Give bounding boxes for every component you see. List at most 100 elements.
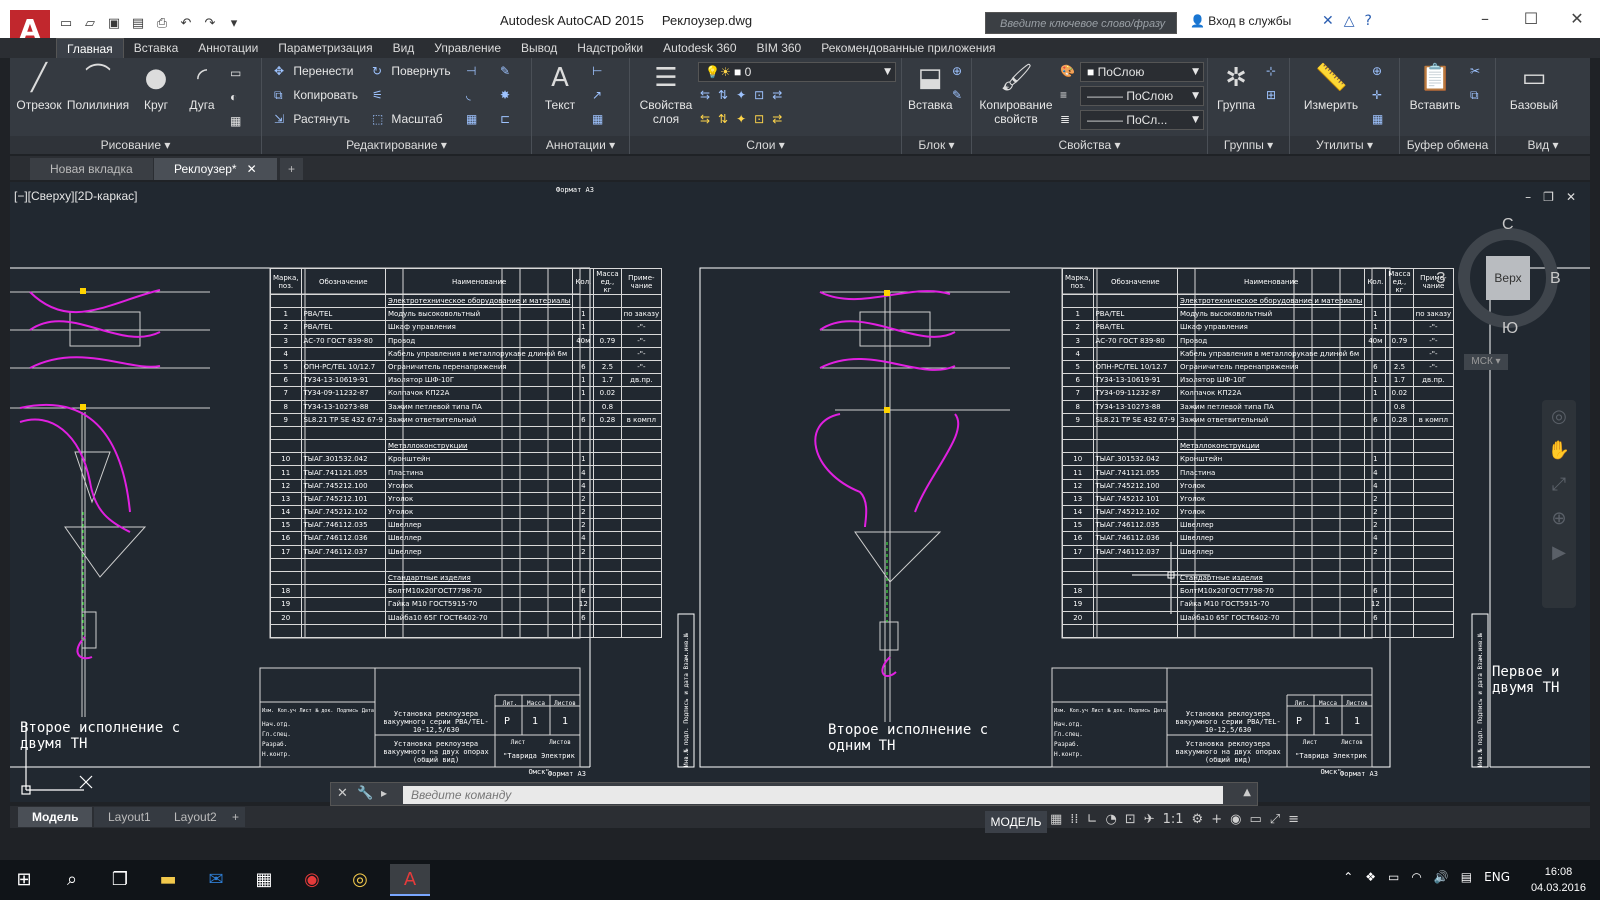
- dimension-icon[interactable]: ⊢: [592, 64, 608, 78]
- redo-icon[interactable]: ↷: [200, 14, 220, 34]
- ucs-menu[interactable]: МСК ▾: [1464, 354, 1508, 370]
- osnap-icon[interactable]: ⊡: [1125, 812, 1136, 827]
- leader-icon[interactable]: ↗: [592, 88, 608, 102]
- group-edit-icon[interactable]: ⊞: [1266, 88, 1282, 102]
- layout-tab-layout1[interactable]: Layout1: [94, 807, 165, 827]
- autocad-taskbar-icon[interactable]: A: [390, 864, 430, 896]
- panel-view-title[interactable]: Вид ▾: [1496, 136, 1590, 154]
- annotation-visibility-icon[interactable]: ✈: [1144, 812, 1155, 827]
- offset-icon[interactable]: ⊏: [500, 112, 516, 126]
- viewcube-west[interactable]: З: [1436, 270, 1446, 288]
- trim-icon[interactable]: ⊣: [466, 64, 482, 78]
- lineweight-dropdown[interactable]: ——— ПоСл... ▼: [1080, 110, 1204, 130]
- hardware-icon[interactable]: ▭: [1249, 812, 1261, 827]
- panel-properties-title[interactable]: Свойства ▾: [972, 136, 1207, 154]
- tray-app-icon[interactable]: ❖: [1365, 870, 1376, 884]
- panel-utilities-title[interactable]: Утилиты ▾: [1290, 136, 1399, 154]
- panel-clipboard-title[interactable]: Буфер обмена: [1400, 136, 1495, 154]
- tab-home[interactable]: Главная: [56, 38, 124, 58]
- exchange-icon[interactable]: ✕: [1322, 13, 1334, 29]
- text-button[interactable]: A Текст: [540, 62, 580, 112]
- tab-insert[interactable]: Вставка: [124, 38, 189, 58]
- minimize-icon[interactable]: –: [1462, 8, 1508, 30]
- explode-icon[interactable]: ✸: [500, 88, 516, 102]
- linetype-dropdown[interactable]: ——— ПоСлою ▼: [1080, 86, 1204, 106]
- rectangle-icon[interactable]: ▭: [230, 66, 241, 80]
- viewcube[interactable]: Верх С Ю З В: [1436, 216, 1561, 337]
- panel-modify-title[interactable]: Редактирование ▾: [262, 136, 531, 154]
- color-dropdown[interactable]: ■ ПоСлою ▼: [1080, 62, 1204, 82]
- close-tab-icon[interactable]: ✕: [247, 162, 257, 176]
- tab-output[interactable]: Вывод: [511, 38, 567, 58]
- tab-annotate[interactable]: Аннотации: [188, 38, 268, 58]
- tab-featured-apps[interactable]: Рекомендованные приложения: [811, 38, 1005, 58]
- tab-parametric[interactable]: Параметризация: [268, 38, 382, 58]
- tray-chevron-icon[interactable]: ⌃: [1343, 870, 1353, 884]
- undo-icon[interactable]: ↶: [176, 14, 196, 34]
- tab-autodesk360[interactable]: Autodesk 360: [653, 38, 746, 58]
- file-explorer-icon[interactable]: ▬: [148, 864, 188, 896]
- base-view-button[interactable]: ▭ Базовый: [1506, 62, 1562, 112]
- rotate-button[interactable]: ↻ Повернуть: [372, 64, 451, 78]
- edit-block-icon[interactable]: ✎: [952, 88, 968, 102]
- chrome-icon[interactable]: ◎: [340, 864, 380, 896]
- insert-block-button[interactable]: ⬓ Вставка: [908, 62, 953, 112]
- file-tab-recloser[interactable]: Реклоузер* ✕: [154, 158, 277, 180]
- clock[interactable]: 16:08 04.03.2016: [1531, 864, 1586, 896]
- fullscreen-icon[interactable]: ⤢: [1270, 812, 1280, 827]
- save-icon[interactable]: ▣: [104, 14, 124, 34]
- print-icon[interactable]: ⎙: [152, 14, 172, 34]
- wifi-icon[interactable]: ◠: [1411, 870, 1421, 884]
- layer-tools-row2[interactable]: ⇆⇅✦⊡⇄: [700, 112, 790, 126]
- paste-button[interactable]: 📋 Вставить: [1406, 62, 1464, 112]
- sign-in-button[interactable]: 👤 Вход в службы: [1190, 14, 1291, 28]
- layout-tab-model[interactable]: Модель: [18, 807, 93, 827]
- group-button[interactable]: ✲ Группа: [1212, 62, 1260, 112]
- cmd-close-icon[interactable]: ✕: [337, 786, 348, 801]
- search-taskbar-icon[interactable]: ⌕: [52, 864, 92, 896]
- viewcube-north[interactable]: С: [1502, 216, 1514, 234]
- calculator-taskbar-icon[interactable]: ▦: [244, 864, 284, 896]
- close-icon[interactable]: ✕: [1554, 8, 1600, 30]
- file-tab-new[interactable]: Новая вкладка: [30, 158, 153, 180]
- layer-properties-button[interactable]: ☰ Свойства слоя: [636, 62, 696, 126]
- polar-icon[interactable]: ◔: [1105, 812, 1116, 827]
- tab-bim360[interactable]: BIM 360: [747, 38, 812, 58]
- layout-tab-layout2[interactable]: Layout2: [160, 807, 231, 827]
- tab-manage[interactable]: Управление: [424, 38, 511, 58]
- measure-button[interactable]: 📏 Измерить: [1300, 62, 1362, 112]
- cmd-settings-icon[interactable]: 🔧: [357, 786, 373, 801]
- ortho-icon[interactable]: ∟: [1087, 812, 1098, 827]
- add-layout-icon[interactable]: +: [226, 807, 246, 827]
- stretch-button[interactable]: ⇲ Растянуть: [274, 112, 350, 126]
- help-icon[interactable]: ?: [1365, 13, 1372, 29]
- language-indicator[interactable]: ENG: [1484, 870, 1510, 884]
- outlook-icon[interactable]: ✉: [196, 864, 236, 896]
- create-block-icon[interactable]: ⊕: [952, 64, 968, 78]
- circle-button[interactable]: ● Круг: [136, 62, 176, 112]
- fillet-icon[interactable]: ◟: [466, 88, 482, 102]
- customize-icon[interactable]: ≡: [1288, 812, 1299, 827]
- polyline-button[interactable]: ⌒ Полилиния: [66, 62, 130, 112]
- maximize-icon[interactable]: ☐: [1508, 8, 1554, 30]
- nav-icons[interactable]: ◎ ✋ ⤢ ⊕ ▶: [1542, 400, 1576, 570]
- viewcube-top-face[interactable]: Верх: [1486, 256, 1530, 300]
- task-view-icon[interactable]: ❐: [100, 864, 140, 896]
- viewcube-south[interactable]: Ю: [1502, 320, 1518, 338]
- grid-icon[interactable]: ▦: [1050, 812, 1062, 827]
- layer-dropdown[interactable]: 💡☀ ■ 0 ▼: [698, 62, 896, 82]
- new-icon[interactable]: ▭: [56, 14, 76, 34]
- command-input[interactable]: Введите команду: [403, 786, 1223, 804]
- panel-layers-title[interactable]: Слои ▾: [630, 136, 901, 154]
- notifications-icon[interactable]: ▤: [1461, 870, 1472, 884]
- cut-icon[interactable]: ✂: [1470, 64, 1486, 78]
- hatch-icon[interactable]: ◐: [230, 90, 237, 104]
- add-tab-icon[interactable]: +: [280, 158, 304, 180]
- panel-groups-title[interactable]: Группы ▾: [1208, 136, 1289, 154]
- cmd-prompt-icon[interactable]: ▸: [381, 786, 387, 800]
- match-properties-button[interactable]: 🖌 Копирование свойств: [978, 62, 1054, 126]
- cmd-history-icon[interactable]: ▲: [1243, 787, 1251, 798]
- viewcube-east[interactable]: В: [1550, 270, 1561, 288]
- gradient-icon[interactable]: ▦: [230, 114, 241, 128]
- tab-addins[interactable]: Надстройки: [567, 38, 653, 58]
